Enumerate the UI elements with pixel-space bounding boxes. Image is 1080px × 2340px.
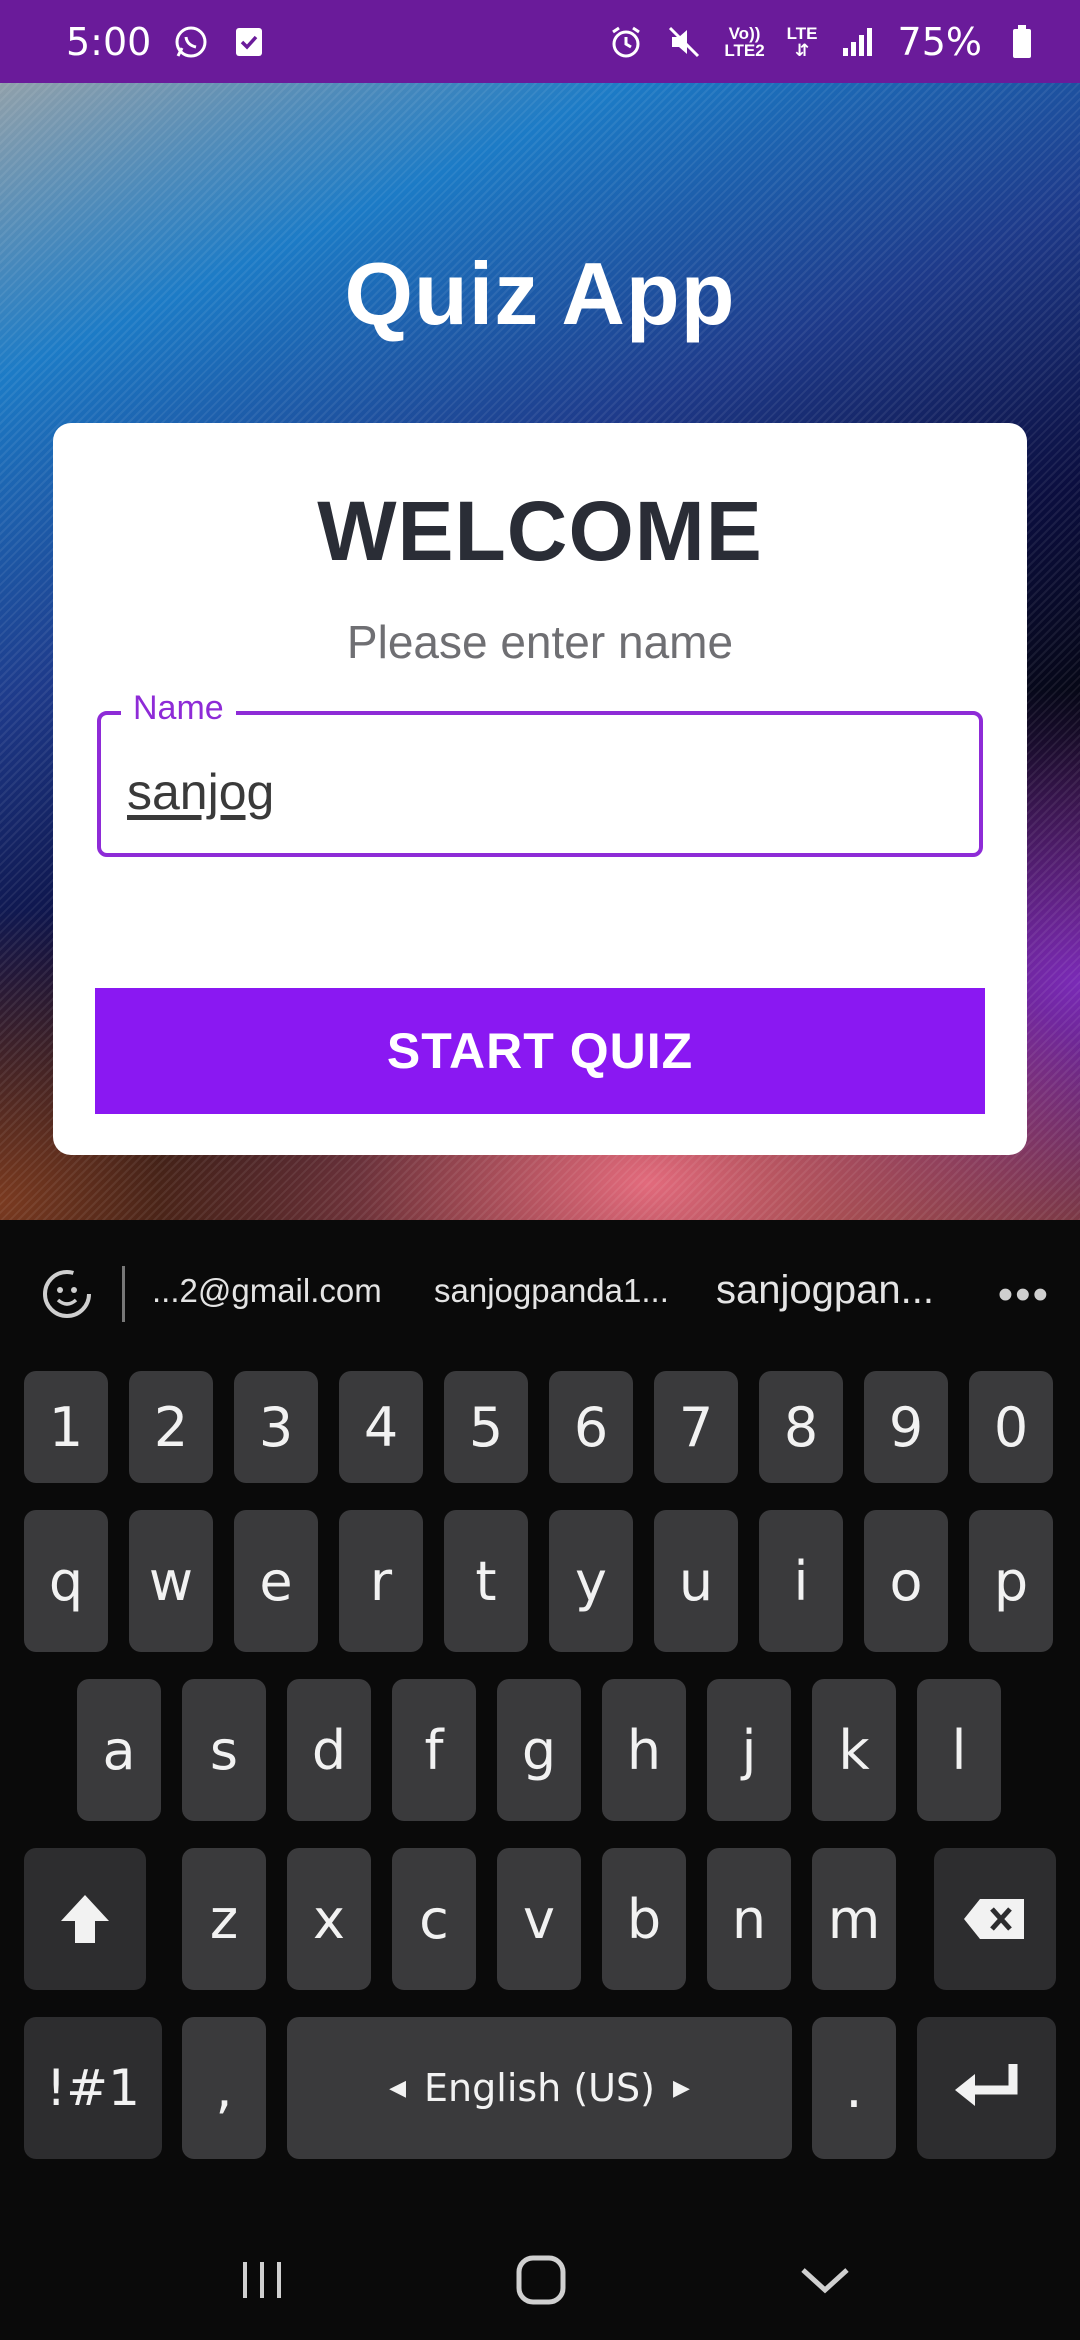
hide-keyboard-button[interactable]	[795, 2250, 855, 2310]
key-f[interactable]: f	[392, 1679, 476, 1821]
key-e[interactable]: e	[234, 1510, 318, 1652]
key-y[interactable]: y	[549, 1510, 633, 1652]
status-left: 5:00	[66, 20, 267, 64]
backspace-key[interactable]	[934, 1848, 1056, 1990]
chevron-down-icon	[801, 2268, 849, 2294]
home-button[interactable]	[511, 2250, 571, 2310]
key-b[interactable]: b	[602, 1848, 686, 1990]
key-k[interactable]: k	[812, 1679, 896, 1821]
home-icon	[516, 2255, 566, 2305]
recent-apps-icon	[243, 2262, 281, 2298]
key-h[interactable]: h	[602, 1679, 686, 1821]
key-0[interactable]: 0	[969, 1371, 1053, 1483]
screen: 5:00 Vo)) LTE2 LTE ⇵ 75% Quiz App WELCOM…	[0, 0, 1080, 2340]
recent-apps-button[interactable]	[232, 2250, 292, 2310]
emoji-sync-icon[interactable]	[34, 1264, 100, 1324]
key-t[interactable]: t	[444, 1510, 528, 1652]
battery-icon	[1004, 24, 1040, 60]
key-d[interactable]: d	[287, 1679, 371, 1821]
key-j[interactable]: j	[707, 1679, 791, 1821]
navigation-bar	[0, 2220, 1080, 2340]
suggestion-divider	[122, 1266, 125, 1322]
backspace-icon	[964, 1899, 1024, 1939]
key-q[interactable]: q	[24, 1510, 108, 1652]
volte-indicator: Vo)) LTE2	[724, 23, 765, 60]
welcome-heading: WELCOME	[317, 484, 763, 578]
period-key[interactable]: .	[812, 2017, 896, 2159]
shift-arrow-icon	[61, 1895, 109, 1943]
space-key[interactable]: ◀ English (US) ▶	[287, 2017, 792, 2159]
welcome-card: WELCOME Please enter name Name sanjog ST…	[53, 423, 1027, 1155]
status-bar: 5:00 Vo)) LTE2 LTE ⇵ 75%	[0, 0, 1080, 83]
enter-icon	[954, 2064, 1017, 2106]
key-2[interactable]: 2	[129, 1371, 213, 1483]
key-g[interactable]: g	[497, 1679, 581, 1821]
key-7[interactable]: 7	[654, 1371, 738, 1483]
name-field[interactable]: Name sanjog	[97, 689, 983, 857]
key-8[interactable]: 8	[759, 1371, 843, 1483]
space-language-label: English (US)	[424, 2066, 655, 2110]
key-r[interactable]: r	[339, 1510, 423, 1652]
key-6[interactable]: 6	[549, 1371, 633, 1483]
hero-background: Quiz App WELCOME Please enter name Name …	[0, 83, 1080, 1220]
task-check-icon	[231, 24, 267, 60]
shift-key[interactable]	[24, 1848, 146, 1990]
symbols-key[interactable]: !#1	[24, 2017, 162, 2159]
comma-key[interactable]: ,	[182, 2017, 266, 2159]
key-u[interactable]: u	[654, 1510, 738, 1652]
language-left-arrow-icon: ◀	[389, 2075, 407, 2101]
suggestion-1[interactable]: ...2@gmail.com	[152, 1272, 382, 1310]
language-right-arrow-icon: ▶	[672, 2075, 690, 2101]
key-l[interactable]: l	[917, 1679, 1001, 1821]
name-input[interactable]: sanjog	[127, 763, 274, 821]
alarm-icon	[608, 24, 644, 60]
status-right: Vo)) LTE2 LTE ⇵ 75%	[608, 20, 1040, 64]
battery-percent: 75%	[897, 19, 982, 64]
lte-indicator: LTE ⇵	[786, 23, 818, 60]
key-w[interactable]: w	[129, 1510, 213, 1652]
key-n[interactable]: n	[707, 1848, 791, 1990]
more-suggestions-icon[interactable]: •••	[998, 1270, 1050, 1320]
app-title: Quiz App	[344, 244, 736, 343]
key-v[interactable]: v	[497, 1848, 581, 1990]
mute-icon	[666, 24, 702, 60]
key-s[interactable]: s	[182, 1679, 266, 1821]
key-1[interactable]: 1	[24, 1371, 108, 1483]
key-4[interactable]: 4	[339, 1371, 423, 1483]
enter-key[interactable]	[917, 2017, 1056, 2159]
key-3[interactable]: 3	[234, 1371, 318, 1483]
start-quiz-button[interactable]: START QUIZ	[95, 988, 985, 1114]
suggestion-bar: ...2@gmail.com sanjogpanda1... sanjogpan…	[0, 1220, 1080, 1370]
whatsapp-icon	[173, 24, 209, 60]
signal-icon	[840, 24, 876, 60]
key-a[interactable]: a	[77, 1679, 161, 1821]
suggestion-3[interactable]: sanjogpan...	[716, 1268, 934, 1313]
key-9[interactable]: 9	[864, 1371, 948, 1483]
name-field-label: Name	[121, 689, 236, 728]
key-o[interactable]: o	[864, 1510, 948, 1652]
key-p[interactable]: p	[969, 1510, 1053, 1652]
key-x[interactable]: x	[287, 1848, 371, 1990]
suggestion-2[interactable]: sanjogpanda1...	[434, 1272, 669, 1310]
key-z[interactable]: z	[182, 1848, 266, 1990]
key-c[interactable]: c	[392, 1848, 476, 1990]
keyboard: ...2@gmail.com sanjogpanda1... sanjogpan…	[0, 1220, 1080, 2220]
status-time: 5:00	[66, 19, 152, 64]
key-i[interactable]: i	[759, 1510, 843, 1652]
key-5[interactable]: 5	[444, 1371, 528, 1483]
key-m[interactable]: m	[812, 1848, 896, 1990]
name-prompt: Please enter name	[346, 616, 734, 668]
